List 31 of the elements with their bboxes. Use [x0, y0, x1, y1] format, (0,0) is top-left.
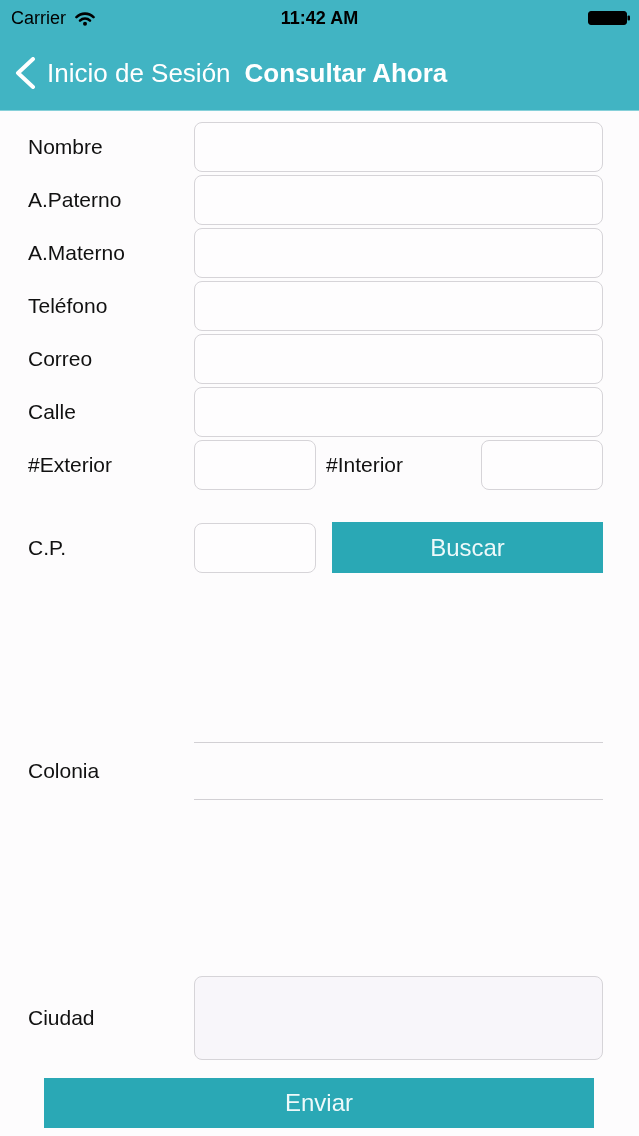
text-area[interactable] [194, 976, 603, 1060]
field-label: #Exterior [28, 452, 114, 479]
field-label: A.Materno [28, 240, 126, 267]
field-label: A.Paterno [28, 187, 123, 214]
wifi-icon [75, 10, 95, 26]
text-field[interactable] [194, 387, 603, 437]
text-field[interactable] [481, 440, 603, 490]
picker-field[interactable] [194, 742, 603, 800]
text-field[interactable] [194, 334, 603, 384]
chevron-left-icon [14, 57, 36, 89]
clock-time: 11:42 AM [280, 6, 359, 30]
search-button[interactable]: Buscar [332, 522, 603, 573]
submit-button[interactable]: Enviar [44, 1078, 594, 1128]
text-field[interactable] [194, 281, 603, 331]
field-label: Correo [28, 346, 94, 373]
field-label: Teléfono [28, 293, 109, 320]
field-label: Colonia [28, 758, 101, 785]
field-label: C.P. [28, 534, 68, 561]
text-field[interactable] [194, 228, 603, 278]
back-button[interactable]: Inicio de Sesión [14, 53, 231, 93]
battery-icon [588, 11, 630, 25]
field-label: Ciudad [28, 1005, 96, 1032]
carrier-label: Carrier [11, 6, 66, 30]
text-field[interactable] [194, 522, 316, 573]
text-field[interactable] [194, 440, 316, 490]
field-label: Calle [28, 399, 77, 426]
text-field[interactable] [194, 122, 603, 172]
field-label: #Interior [326, 452, 405, 479]
screen-title: Consultar Ahora [244, 56, 448, 90]
field-label: Nombre [28, 134, 104, 161]
text-field[interactable] [194, 175, 603, 225]
